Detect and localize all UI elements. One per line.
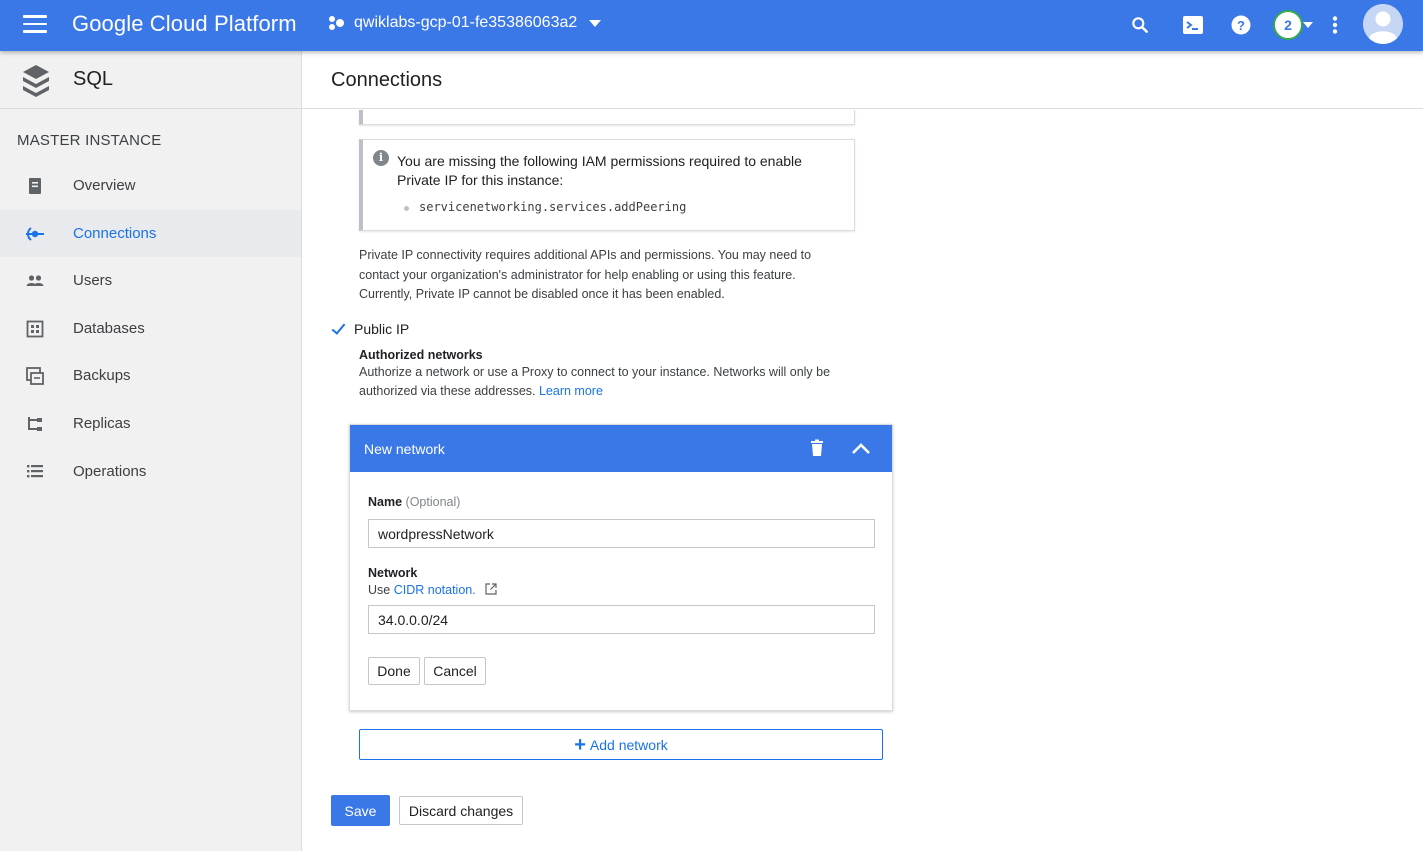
save-button[interactable]: Save — [331, 795, 390, 826]
public-ip-checkbox[interactable]: Public IP — [331, 321, 409, 337]
search-icon[interactable] — [1128, 13, 1152, 37]
sidebar-item-label: Users — [73, 272, 113, 289]
sidebar-item-label: Connections — [73, 225, 157, 242]
content-header: Connections — [302, 51, 1423, 109]
authorized-networks-title: Authorized networks — [359, 348, 483, 362]
project-name: qwiklabs-gcp-01-fe35386063a2 — [354, 14, 578, 31]
new-network-title: New network — [364, 441, 445, 457]
help-icon[interactable]: ? — [1229, 13, 1253, 37]
cancel-button[interactable]: Cancel — [424, 657, 486, 685]
sidebar-section-title: MASTER INSTANCE — [17, 132, 162, 149]
chevron-up-icon[interactable] — [850, 439, 872, 459]
sidebar-item-label: Databases — [73, 320, 145, 337]
product-title: SQL — [73, 68, 114, 90]
learn-more-link[interactable]: Learn more — [539, 384, 603, 398]
add-network-label: Add network — [589, 736, 668, 753]
menu-icon[interactable] — [23, 15, 47, 35]
sql-logo-icon — [23, 64, 49, 97]
project-icon — [328, 14, 346, 32]
sidebar-item-label: Overview — [73, 177, 136, 194]
cidr-notation-link[interactable]: CIDR notation. — [394, 583, 476, 597]
cloud-shell-icon[interactable] — [1181, 13, 1205, 37]
sidebar-item-label: Backups — [73, 367, 131, 384]
hint-prefix: Use — [368, 583, 391, 597]
missing-permission: servicenetworking.services.addPeering — [403, 200, 687, 214]
sidebar-item-overview[interactable]: Overview — [0, 162, 301, 209]
operations-icon — [27, 465, 43, 478]
users-icon — [26, 275, 44, 286]
page-title: Connections — [331, 69, 443, 91]
network-name-input[interactable] — [368, 519, 875, 548]
info-icon: i — [373, 150, 389, 166]
chevron-down-icon — [589, 19, 602, 27]
optional-tag: (Optional) — [405, 495, 461, 509]
project-selector[interactable]: qwiklabs-gcp-01-fe35386063a2 — [328, 14, 602, 32]
sidebar-item-operations[interactable]: Operations — [0, 448, 301, 495]
sidebar-header: SQL — [0, 51, 301, 109]
name-field-label: Name (Optional) — [368, 495, 460, 509]
network-field-hint: Use CIDR notation. — [368, 583, 497, 597]
network-cidr-input[interactable] — [368, 605, 875, 634]
private-ip-note: Private IP connectivity requires additio… — [359, 248, 812, 301]
add-network-button[interactable]: + Add network — [359, 729, 883, 760]
new-network-header[interactable]: New network — [350, 425, 892, 472]
svg-text:?: ? — [1237, 18, 1245, 33]
databases-icon — [26, 320, 44, 338]
sidebar-item-replicas[interactable]: Replicas — [0, 400, 301, 447]
sidebar-item-label: Replicas — [73, 415, 131, 432]
delete-icon[interactable] — [808, 439, 826, 457]
top-app-bar: Google Cloud Platform qwiklabs-gcp-01-fe… — [0, 0, 1423, 51]
public-ip-label: Public IP — [354, 321, 410, 337]
notifications-badge[interactable]: 2 — [1273, 10, 1303, 40]
overview-icon — [29, 178, 41, 194]
done-button[interactable]: Done — [368, 657, 420, 685]
sidebar-item-databases[interactable]: Databases — [0, 305, 301, 352]
notifications-caret-icon[interactable] — [1303, 22, 1313, 28]
truncated-card — [359, 110, 855, 125]
backups-icon — [26, 367, 44, 385]
name-label-text: Name — [368, 495, 403, 509]
plus-icon: + — [574, 733, 586, 756]
sidebar-item-backups[interactable]: Backups — [0, 352, 301, 399]
authorized-networks-description: Authorize a network or use a Proxy to co… — [359, 363, 859, 401]
replicas-icon — [28, 417, 42, 431]
external-link-icon[interactable] — [485, 583, 497, 595]
brand-title[interactable]: Google Cloud Platform — [72, 11, 297, 37]
new-network-panel: New network Name (Optional) Network Use … — [349, 424, 893, 711]
iam-warning-box: i You are missing the following IAM perm… — [359, 139, 855, 231]
sidebar-item-connections[interactable]: Connections — [0, 210, 301, 257]
sidebar: SQL MASTER INSTANCE Overview Connections… — [0, 51, 302, 851]
discard-changes-button[interactable]: Discard changes — [399, 796, 523, 825]
connections-icon — [26, 227, 44, 241]
iam-warning-message: You are missing the following IAM permis… — [397, 153, 802, 188]
sidebar-item-users[interactable]: Users — [0, 257, 301, 304]
checkmark-icon[interactable] — [331, 321, 347, 337]
more-vert-icon[interactable] — [1323, 13, 1347, 37]
account-avatar[interactable] — [1363, 4, 1403, 44]
sidebar-item-label: Operations — [73, 463, 147, 480]
network-field-label: Network — [368, 566, 418, 580]
